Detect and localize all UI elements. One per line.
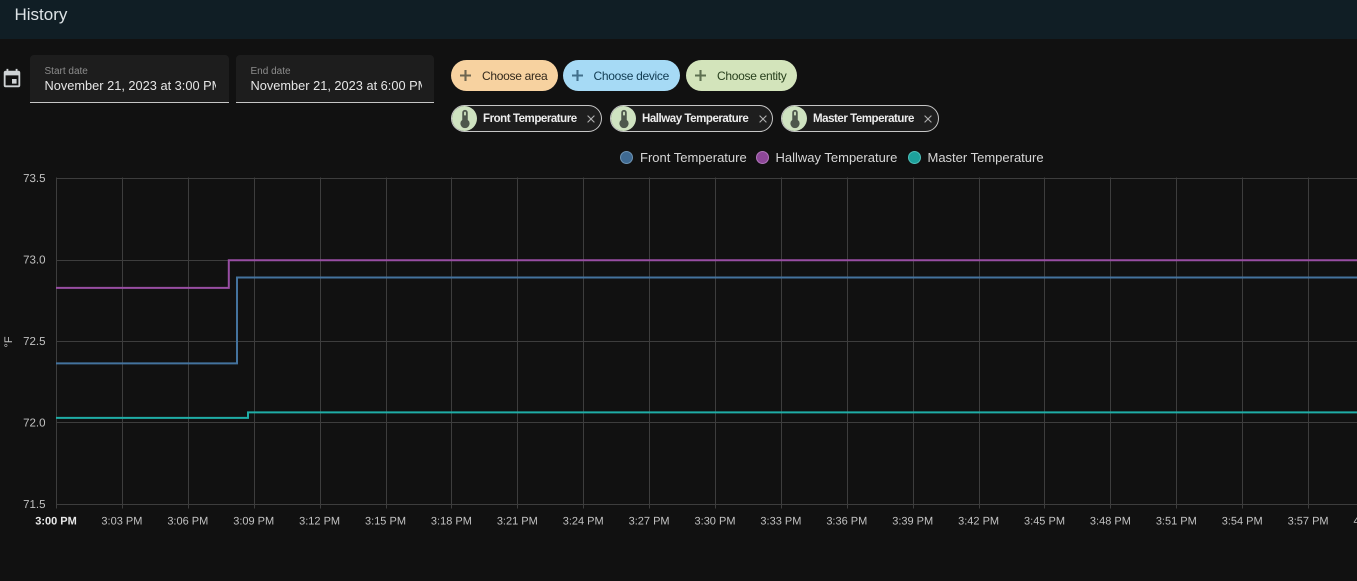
svg-text:3:21 PM: 3:21 PM — [497, 516, 538, 528]
svg-text:3:24 PM: 3:24 PM — [563, 516, 604, 528]
svg-text:3:54 PM: 3:54 PM — [1222, 516, 1263, 528]
svg-text:3:39 PM: 3:39 PM — [892, 516, 933, 528]
svg-text:72.0: 72.0 — [23, 418, 45, 430]
svg-text:3:42 PM: 3:42 PM — [958, 516, 999, 528]
svg-text:3:12 PM: 3:12 PM — [299, 516, 340, 528]
svg-text:73.5: 73.5 — [23, 173, 45, 185]
svg-text:71.5: 71.5 — [23, 499, 45, 511]
svg-text:4:00 PM: 4:00 PM — [1354, 516, 1357, 528]
svg-text:3:51 PM: 3:51 PM — [1156, 516, 1197, 528]
svg-text:72.5: 72.5 — [23, 336, 45, 348]
svg-text:3:57 PM: 3:57 PM — [1288, 516, 1329, 528]
svg-text:3:06 PM: 3:06 PM — [167, 516, 208, 528]
svg-text:3:45 PM: 3:45 PM — [1024, 516, 1065, 528]
svg-text:°F: °F — [3, 336, 15, 347]
svg-text:3:48 PM: 3:48 PM — [1090, 516, 1131, 528]
svg-text:3:30 PM: 3:30 PM — [695, 516, 736, 528]
svg-text:73.0: 73.0 — [23, 255, 45, 267]
svg-text:3:36 PM: 3:36 PM — [826, 516, 867, 528]
svg-text:3:03 PM: 3:03 PM — [101, 516, 142, 528]
svg-text:3:09 PM: 3:09 PM — [233, 516, 274, 528]
svg-text:3:15 PM: 3:15 PM — [365, 516, 406, 528]
svg-text:3:18 PM: 3:18 PM — [431, 516, 472, 528]
svg-text:3:00 PM: 3:00 PM — [35, 516, 77, 528]
svg-text:3:27 PM: 3:27 PM — [629, 516, 670, 528]
svg-text:3:33 PM: 3:33 PM — [760, 516, 801, 528]
